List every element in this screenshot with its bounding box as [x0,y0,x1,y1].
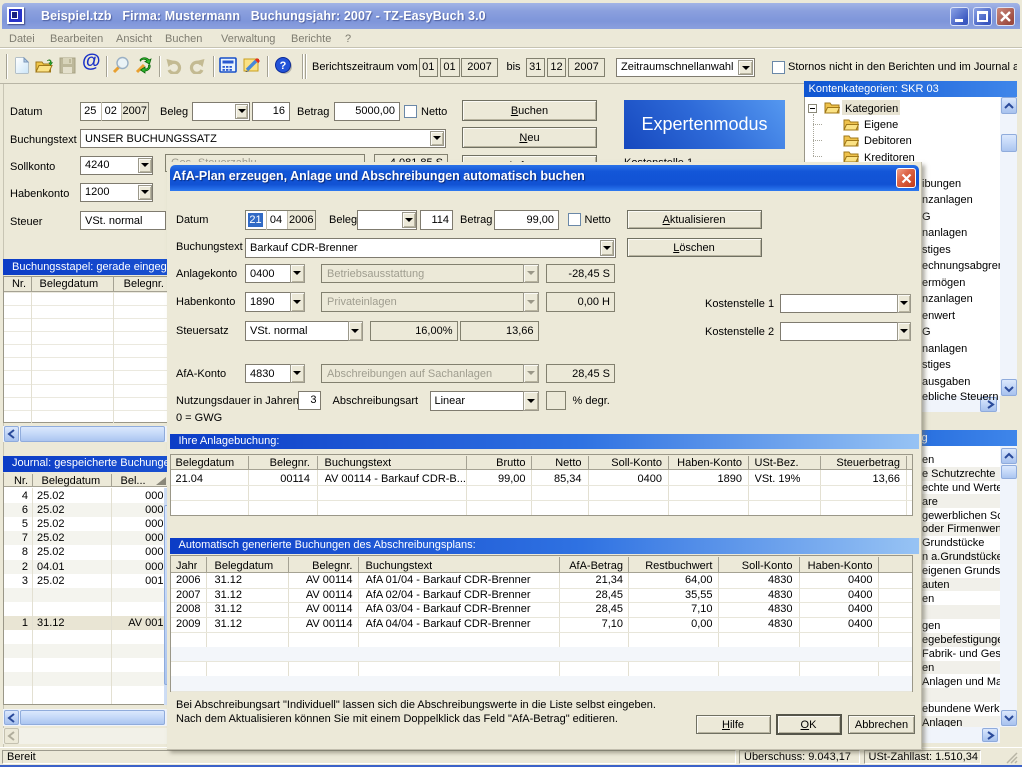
svg-text:?: ? [280,60,287,72]
